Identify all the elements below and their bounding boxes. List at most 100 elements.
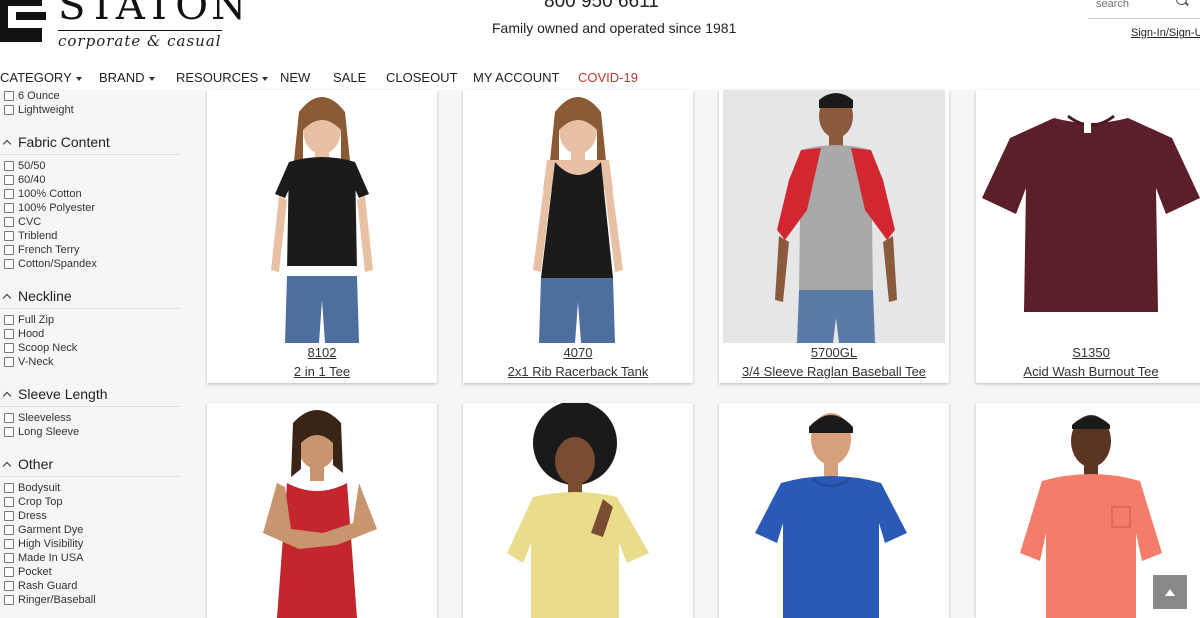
checkbox[interactable] [4, 105, 14, 115]
product-card[interactable]: 4070 2x1 Rib Racerback Tank [463, 90, 693, 383]
nav-covid-19[interactable]: COVID-19 [578, 70, 638, 85]
checkbox[interactable] [4, 511, 14, 521]
checkbox[interactable] [4, 595, 14, 605]
checkbox[interactable] [4, 189, 14, 199]
checkbox[interactable] [4, 539, 14, 549]
nav-resources[interactable]: RESOURCES [176, 70, 269, 85]
filter-label: 100% Cotton [18, 188, 82, 200]
signin-link[interactable]: Sign-In/Sign-U [1131, 27, 1200, 39]
product-card[interactable]: 8102 2 in 1 Tee [207, 90, 437, 383]
nav-sale[interactable]: SALE [333, 70, 366, 85]
checkbox[interactable] [4, 497, 14, 507]
filter-cvc[interactable]: CVC [4, 216, 41, 228]
filter-bodysuit[interactable]: Bodysuit [4, 482, 60, 494]
checkbox[interactable] [4, 203, 14, 213]
product-sku-link[interactable]: 8102 [207, 345, 437, 360]
product-image-4070[interactable] [463, 90, 693, 343]
filter-hood[interactable]: Hood [4, 328, 44, 340]
filter-v-neck[interactable]: V-Neck [4, 356, 53, 368]
product-card[interactable] [207, 403, 437, 618]
checkbox[interactable] [4, 91, 14, 101]
checkbox[interactable] [4, 413, 14, 423]
filter-rash-guard[interactable]: Rash Guard [4, 580, 77, 592]
filter-100-cotton[interactable]: 100% Cotton [4, 188, 82, 200]
checkbox[interactable] [4, 357, 14, 367]
checkbox[interactable] [4, 567, 14, 577]
checkbox[interactable] [4, 525, 14, 535]
filter-made-in-usa[interactable]: Made In USA [4, 552, 83, 564]
filter-group-other[interactable]: Other [0, 456, 53, 472]
logo-tagline: corporate & casual [58, 30, 222, 50]
filter-group-fabric-content[interactable]: Fabric Content [0, 134, 110, 150]
product-card[interactable] [463, 403, 693, 618]
filter-cotton-spandex[interactable]: Cotton/Spandex [4, 258, 97, 270]
checkbox[interactable] [4, 427, 14, 437]
filter-label: Dress [18, 510, 47, 522]
checkbox[interactable] [4, 581, 14, 591]
filter-6-ounce[interactable]: 6 Ounce [4, 90, 60, 102]
checkbox[interactable] [4, 483, 14, 493]
filter-sleeveless[interactable]: Sleeveless [4, 412, 71, 424]
filter-dress[interactable]: Dress [4, 510, 47, 522]
filter-french-terry[interactable]: French Terry [4, 244, 80, 256]
checkbox[interactable] [4, 343, 14, 353]
checkbox[interactable] [4, 315, 14, 325]
filter-group-neckline[interactable]: Neckline [0, 288, 72, 304]
filter-lightweight[interactable]: Lightweight [4, 104, 74, 116]
product-name-link[interactable]: 2 in 1 Tee [207, 364, 437, 379]
checkbox[interactable] [4, 329, 14, 339]
filter-label: CVC [18, 216, 42, 228]
filter-group-sleeve-length[interactable]: Sleeve Length [0, 386, 108, 402]
filter-50-50[interactable]: 50/50 [4, 160, 46, 172]
product-image-s1350[interactable] [976, 90, 1200, 343]
chevron-up-icon [2, 461, 12, 470]
product-name-link[interactable]: 3/4 Sleeve Raglan Baseball Tee [719, 364, 949, 379]
product-card[interactable] [719, 403, 949, 618]
filter-100-polyester[interactable]: 100% Polyester [4, 202, 95, 214]
nav-category[interactable]: CATEGORY [0, 70, 82, 85]
checkbox[interactable] [4, 217, 14, 227]
filter-triblend[interactable]: Triblend [4, 230, 57, 242]
checkbox[interactable] [4, 553, 14, 563]
product-image[interactable] [463, 403, 693, 618]
checkbox[interactable] [4, 231, 14, 241]
staton-logo[interactable]: STATON corporate & casual [0, 0, 246, 60]
checkbox[interactable] [4, 175, 14, 185]
product-name-link[interactable]: 2x1 Rib Racerback Tank [463, 364, 693, 379]
product-name-link[interactable]: Acid Wash Burnout Tee [976, 364, 1200, 379]
filter-crop-top[interactable]: Crop Top [4, 496, 62, 508]
filter-pocket[interactable]: Pocket [4, 566, 52, 578]
filter-group-title: Neckline [18, 288, 72, 304]
product-image-5700gl[interactable] [719, 90, 949, 343]
product-image[interactable] [207, 403, 437, 618]
product-sku-link[interactable]: 5700GL [719, 345, 949, 360]
product-sku-link[interactable]: 4070 [463, 345, 693, 360]
phone-number[interactable]: 800 950 6611 [544, 0, 659, 13]
logo-wordmark: STATON [58, 0, 250, 29]
filter-label: Long Sleeve [18, 426, 80, 438]
site-header: STATON corporate & casual 800 950 6611 F… [0, 0, 1200, 90]
product-sku-link[interactable]: S1350 [976, 345, 1200, 360]
filter-high-visibility[interactable]: High Visibility [4, 538, 83, 550]
nav-brand[interactable]: BRAND [99, 70, 155, 85]
filter-label: V-Neck [18, 356, 54, 368]
product-image-8102[interactable] [207, 90, 437, 343]
filter-scoop-neck[interactable]: Scoop Neck [4, 342, 77, 354]
filter-full-zip[interactable]: Full Zip [4, 314, 54, 326]
filter-label: Crop Top [18, 496, 63, 508]
product-card[interactable]: S1350 Acid Wash Burnout Tee [976, 90, 1200, 383]
filter-60-40[interactable]: 60/40 [4, 174, 46, 186]
checkbox[interactable] [4, 245, 14, 255]
scroll-to-top-button[interactable] [1153, 575, 1187, 609]
product-card[interactable]: 5700GL 3/4 Sleeve Raglan Baseball Tee [719, 90, 949, 383]
checkbox[interactable] [4, 161, 14, 171]
checkbox[interactable] [4, 259, 14, 269]
filter-garment-dye[interactable]: Garment Dye [4, 524, 83, 536]
nav-new[interactable]: NEW [280, 70, 310, 85]
filter-group-title: Sleeve Length [18, 386, 108, 402]
nav-closeout[interactable]: CLOSEOUT [386, 70, 458, 85]
filter-ringer-baseball[interactable]: Ringer/Baseball [4, 594, 96, 606]
filter-long-sleeve[interactable]: Long Sleeve [4, 426, 79, 438]
nav-my-account[interactable]: MY ACCOUNT [473, 70, 559, 85]
product-image[interactable] [719, 403, 949, 618]
